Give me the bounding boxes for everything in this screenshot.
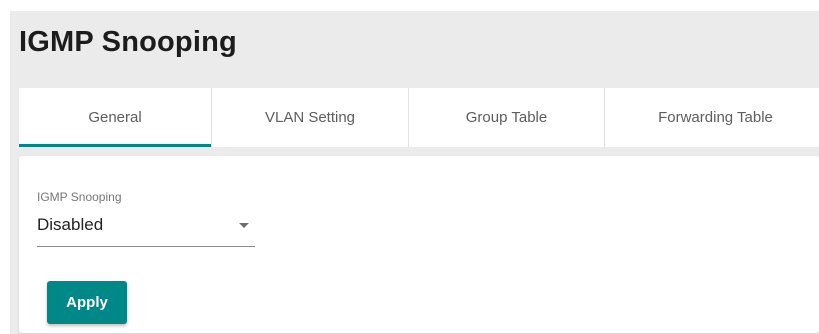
tab-group-table[interactable]: Group Table xyxy=(409,88,605,147)
tab-general[interactable]: General xyxy=(19,88,212,147)
page: IGMP Snooping General VLAN Setting Group… xyxy=(0,0,819,334)
igmp-snooping-select[interactable]: Disabled xyxy=(37,211,255,247)
general-settings-card: IGMP Snooping Disabled Apply xyxy=(19,156,819,333)
tab-bar: General VLAN Setting Group Table Forward… xyxy=(19,88,819,147)
igmp-snooping-panel: IGMP Snooping General VLAN Setting Group… xyxy=(10,11,819,334)
tab-vlan-setting[interactable]: VLAN Setting xyxy=(212,88,409,147)
tab-forwarding-table[interactable]: Forwarding Table xyxy=(605,88,819,147)
igmp-snooping-field-label: IGMP Snooping xyxy=(37,190,122,204)
caret-down-icon xyxy=(239,223,249,228)
page-title: IGMP Snooping xyxy=(19,26,237,58)
apply-button[interactable]: Apply xyxy=(47,281,127,324)
igmp-snooping-select-value: Disabled xyxy=(37,215,104,234)
